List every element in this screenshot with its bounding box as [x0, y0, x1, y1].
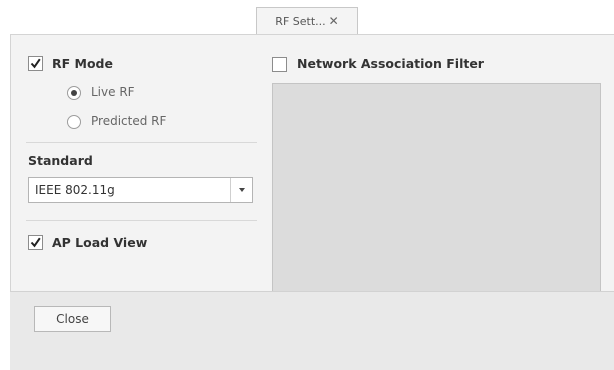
- rf-mode-label: RF Mode: [52, 56, 113, 71]
- live-rf-label: Live RF: [91, 85, 135, 99]
- ap-load-view-checkbox[interactable]: [28, 235, 43, 250]
- standard-dropdown-button[interactable]: [230, 178, 252, 202]
- radio-selected-dot: [71, 90, 77, 96]
- divider: [26, 142, 257, 143]
- close-button[interactable]: Close: [34, 306, 111, 332]
- rf-settings-window: RF Sett... ✕ RF Mode Live RF Predicted R…: [0, 0, 614, 370]
- standard-select[interactable]: IEEE 802.11g: [28, 177, 253, 203]
- predicted-rf-radio[interactable]: [67, 115, 81, 129]
- network-association-filter-label: Network Association Filter: [297, 56, 484, 71]
- footer-bar: Close: [10, 291, 614, 370]
- live-rf-radio[interactable]: [67, 86, 81, 100]
- tab-label: RF Sett...: [275, 14, 326, 28]
- check-icon: [30, 237, 41, 248]
- standard-label: Standard: [28, 153, 93, 168]
- ap-load-view-label: AP Load View: [52, 235, 148, 250]
- standard-select-value: IEEE 802.11g: [35, 183, 115, 197]
- network-filter-list[interactable]: [272, 83, 601, 308]
- network-association-filter-checkbox[interactable]: [272, 57, 287, 72]
- check-icon: [30, 58, 41, 69]
- divider: [26, 220, 257, 221]
- predicted-rf-label: Predicted RF: [91, 114, 167, 128]
- rf-mode-checkbox[interactable]: [28, 56, 43, 71]
- tab-rf-settings[interactable]: RF Sett... ✕: [256, 7, 358, 34]
- close-icon[interactable]: ✕: [329, 15, 339, 27]
- chevron-down-icon: [238, 188, 245, 192]
